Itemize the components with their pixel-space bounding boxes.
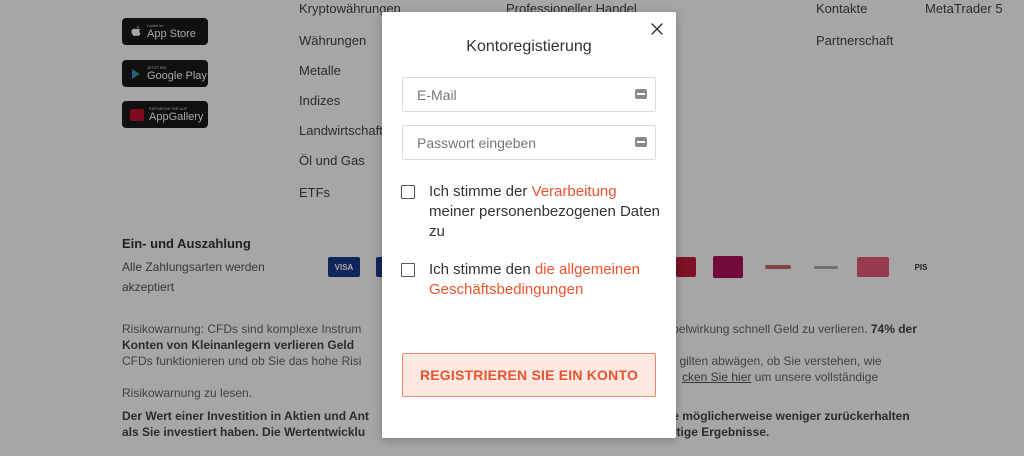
consent-data-checkbox[interactable] [401,185,415,199]
data-processing-link[interactable]: Verarbeitung [532,183,617,200]
password-field-wrapper [402,125,656,160]
registration-modal: Kontoregistierung Ich stimme der Verarbe… [382,12,676,438]
consent-terms: Ich stimme den die allgemeinen Geschäfts… [401,260,661,300]
consent-data-label: Ich stimme der Verarbeitung meiner perso… [429,183,660,240]
key-icon [635,137,647,147]
consent-terms-checkbox[interactable] [401,263,415,277]
key-icon [635,89,647,99]
close-icon[interactable] [648,20,666,38]
consent-terms-label: Ich stimme den die allgemeinen Geschäfts… [429,261,640,298]
consent-data-processing: Ich stimme der Verarbeitung meiner perso… [401,182,661,242]
modal-title: Kontoregistierung [466,38,592,55]
password-field[interactable] [403,126,655,159]
email-field[interactable] [403,78,655,111]
email-field-wrapper [402,77,656,112]
register-account-button[interactable]: REGISTRIEREN SIE EIN KONTO [402,353,656,397]
